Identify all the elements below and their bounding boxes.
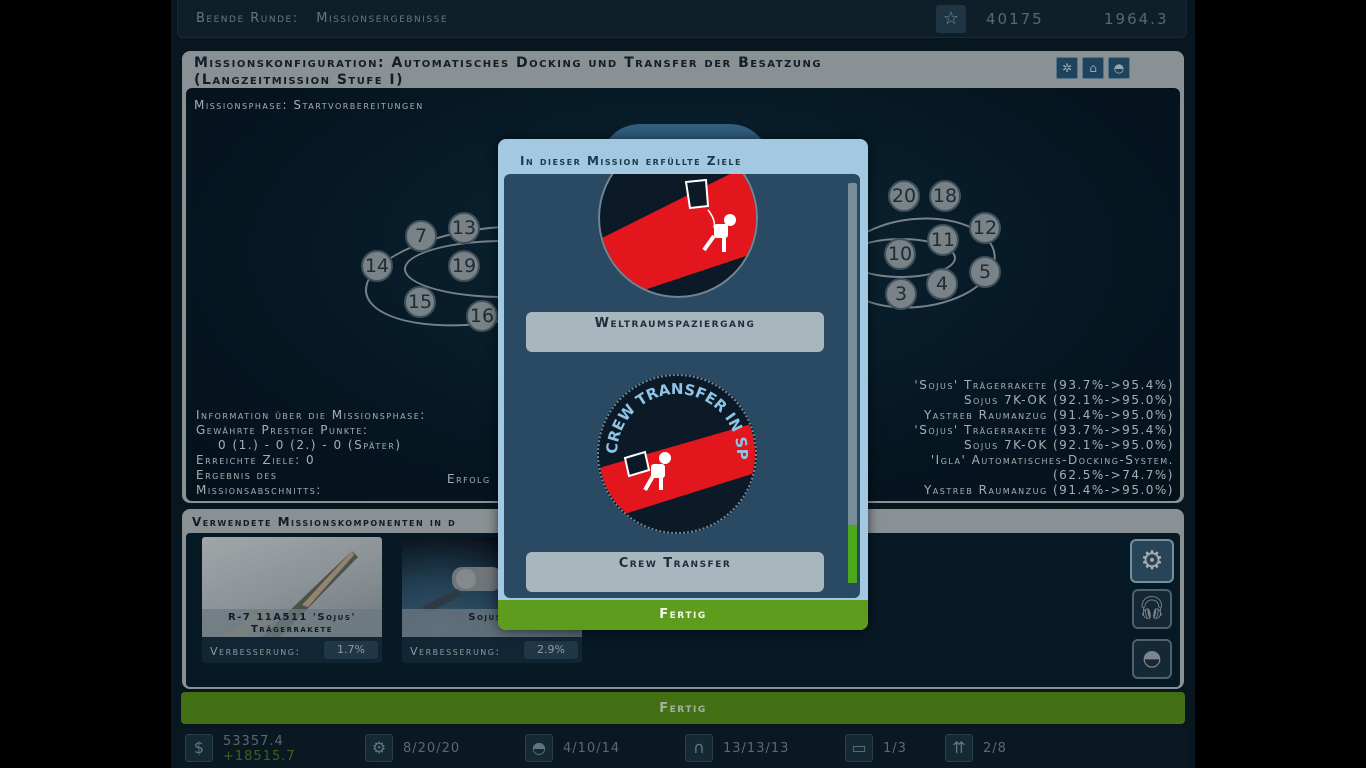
modal-done-button[interactable]: Fertig [498,600,868,630]
goals-list[interactable]: Weltraumspaziergang CREW TRANSFER IN SPA… [504,174,860,598]
crew-transfer-badge: CREW TRANSFER IN SPACE [595,372,757,534]
scrollbar-thumb[interactable] [848,525,857,583]
goal-spacewalk: Weltraumspaziergang [526,312,824,352]
spacewalk-badge [598,174,758,298]
goal-crew-transfer: Crew Transfer [526,552,824,592]
goals-scrollbar[interactable] [848,183,857,583]
modal-heading: In dieser Mission erfüllte Ziele [520,154,742,168]
goals-modal: In dieser Mission erfüllte Ziele Weltrau… [498,139,868,630]
